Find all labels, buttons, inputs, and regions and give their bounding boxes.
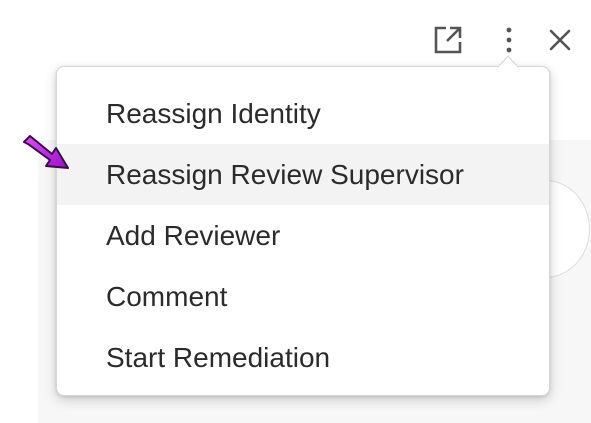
menu-item-reassign-identity[interactable]: Reassign Identity [57,83,549,144]
close-x-icon [549,29,571,51]
menu-item-reassign-review-supervisor[interactable]: Reassign Review Supervisor [57,144,549,205]
vertical-ellipsis-icon [506,27,512,53]
menu-item-start-remediation[interactable]: Start Remediation [57,327,549,388]
more-actions-button[interactable] [490,20,528,60]
menu-item-add-reviewer[interactable]: Add Reviewer [57,205,549,266]
actions-menu: Reassign Identity Reassign Review Superv… [56,66,550,396]
menu-item-label: Reassign Review Supervisor [106,158,464,190]
menu-item-label: Start Remediation [106,341,331,373]
annotation-arrow-icon [23,135,69,169]
menu-item-label: Comment [106,280,228,312]
screen: Reassign Identity Reassign Review Superv… [0,0,591,423]
open-in-new-window-icon [434,26,462,54]
close-button[interactable] [540,20,580,60]
menu-item-label: Add Reviewer [106,219,281,251]
open-external-button[interactable] [428,20,468,60]
menu-item-comment[interactable]: Comment [57,266,549,327]
menu-item-label: Reassign Identity [106,97,321,129]
menu-caret [498,55,518,67]
